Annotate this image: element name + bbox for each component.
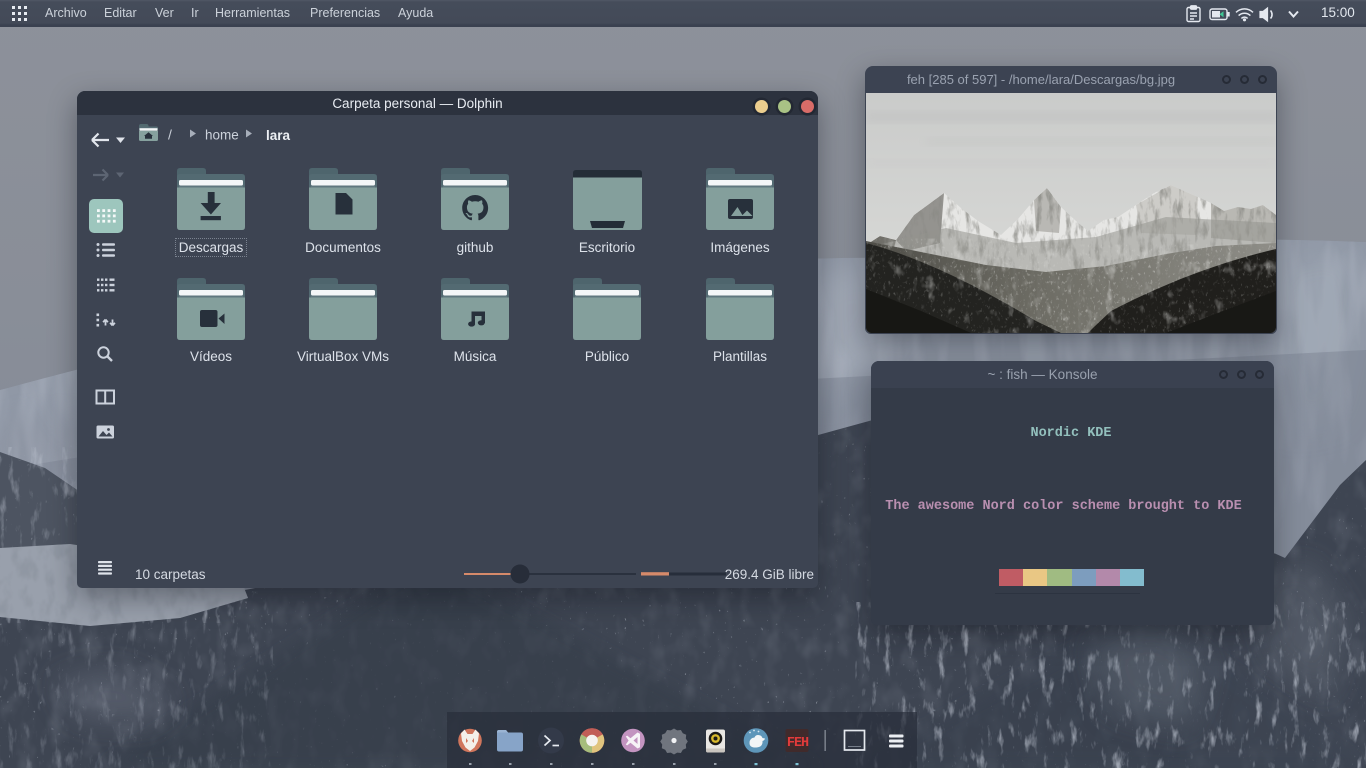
- svg-text:/: /: [168, 127, 172, 143]
- svg-text:FEH: FEH: [787, 736, 809, 751]
- svg-text:home: home: [205, 128, 239, 143]
- svg-text:lara: lara: [266, 128, 291, 143]
